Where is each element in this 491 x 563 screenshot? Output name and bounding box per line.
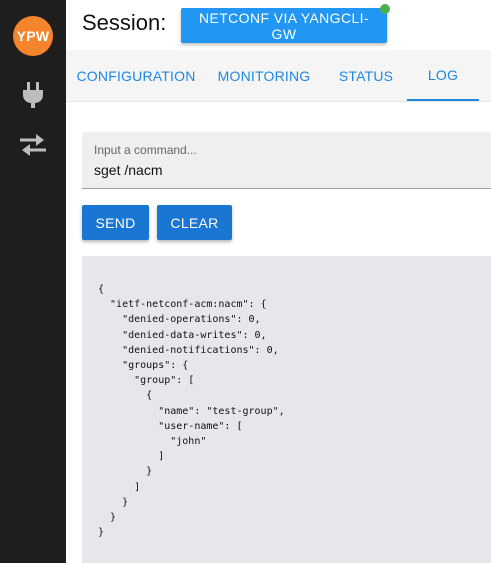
tab-configuration[interactable]: CONFIGURATION (77, 50, 196, 101)
tab-monitoring[interactable]: MONITORING (218, 50, 311, 101)
swap-arrows-icon[interactable] (18, 130, 48, 160)
tab-log[interactable]: LOG (407, 50, 479, 101)
tab-bar: CONFIGURATION MONITORING STATUS LOG (66, 50, 491, 102)
clear-button[interactable]: CLEAR (157, 205, 232, 240)
command-field-label: Input a command... (94, 143, 197, 157)
session-bar: Session: NETCONF VIA YANGCLI-GW (66, 0, 491, 50)
log-output-panel: { "ietf-netconf-acm:nacm": { "denied-ope… (82, 256, 491, 563)
main-panel: Session: NETCONF VIA YANGCLI-GW CONFIGUR… (66, 0, 491, 563)
session-label: Session: (82, 10, 167, 35)
command-input[interactable] (94, 160, 484, 180)
log-output-text: { "ietf-netconf-acm:nacm": { "denied-ope… (98, 284, 285, 539)
send-button[interactable]: SEND (82, 205, 149, 240)
app-logo: YPW (13, 16, 53, 56)
tab-status[interactable]: STATUS (336, 50, 396, 101)
session-button[interactable]: NETCONF VIA YANGCLI-GW (181, 8, 387, 43)
sidebar: YPW (0, 0, 66, 563)
command-field[interactable]: Input a command... (82, 132, 491, 189)
plug-icon[interactable] (18, 80, 48, 110)
connection-status-dot (380, 4, 390, 14)
